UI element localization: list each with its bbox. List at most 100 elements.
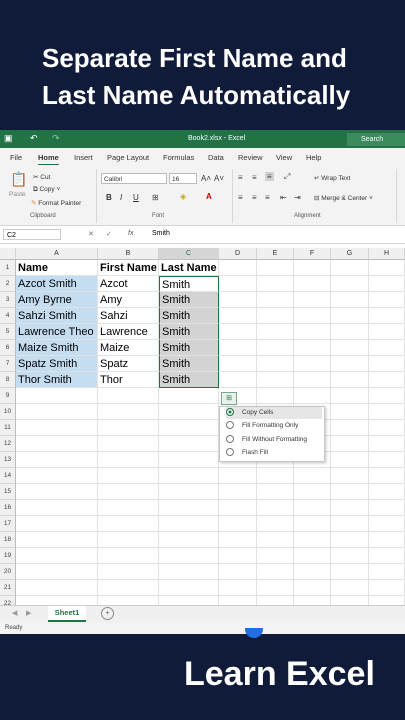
cell-b18[interactable] — [98, 532, 159, 548]
cell-h19[interactable] — [369, 548, 405, 564]
copy-button[interactable]: ⧉ Copy ˅ — [33, 186, 60, 194]
cell-d7[interactable] — [219, 356, 257, 372]
font-name-select[interactable]: Calibri — [101, 173, 167, 184]
cell-b12[interactable] — [98, 436, 159, 452]
cell-b4[interactable]: Sahzi — [98, 308, 159, 324]
cell-g7[interactable] — [331, 356, 369, 372]
cell-f15[interactable] — [294, 484, 331, 500]
row-header[interactable]: 14 — [0, 468, 16, 484]
increase-indent-icon[interactable]: ⇥ — [294, 193, 301, 202]
cell-h3[interactable] — [369, 292, 405, 308]
cell-h20[interactable] — [369, 564, 405, 580]
cell-a5[interactable]: Lawrence Theo — [16, 324, 98, 340]
search-box[interactable]: Search — [347, 133, 405, 146]
cell-a6[interactable]: Maize Smith — [16, 340, 98, 356]
cell-f8[interactable] — [294, 372, 331, 388]
cell-h5[interactable] — [369, 324, 405, 340]
cell-f20[interactable] — [294, 564, 331, 580]
add-sheet-button[interactable]: + — [101, 607, 114, 620]
cell-b21[interactable] — [98, 580, 159, 596]
tab-page-layout[interactable]: Page Layout — [107, 153, 149, 162]
cell-e2[interactable] — [257, 276, 294, 292]
align-left-icon[interactable]: ≡ — [238, 193, 243, 202]
merge-center-button[interactable]: ⊟ Merge & Center ˅ — [314, 194, 373, 202]
cell-g10[interactable] — [331, 404, 369, 420]
cell-c6[interactable]: Smith — [159, 340, 219, 356]
cell-a10[interactable] — [16, 404, 98, 420]
cell-e20[interactable] — [257, 564, 294, 580]
undo-icon[interactable]: ↶ — [30, 133, 38, 144]
cell-f4[interactable] — [294, 308, 331, 324]
column-header-h[interactable]: H — [369, 248, 405, 260]
cell-g18[interactable] — [331, 532, 369, 548]
row-header[interactable]: 13 — [0, 452, 16, 468]
cell-g6[interactable] — [331, 340, 369, 356]
cell-g8[interactable] — [331, 372, 369, 388]
next-sheet-icon[interactable]: ▶ — [26, 609, 31, 617]
font-size-select[interactable]: 16 — [169, 173, 197, 184]
cell-g12[interactable] — [331, 436, 369, 452]
cell-e16[interactable] — [257, 500, 294, 516]
menu-item-flash-fill[interactable]: Flash Fill — [226, 447, 322, 459]
row-header[interactable]: 9 — [0, 388, 16, 404]
cell-h13[interactable] — [369, 452, 405, 468]
orientation-icon[interactable]: ⤢ — [284, 172, 290, 182]
row-header[interactable]: 21 — [0, 580, 16, 596]
cell-b5[interactable]: Lawrence — [98, 324, 159, 340]
cell-h2[interactable] — [369, 276, 405, 292]
cell-c7[interactable]: Smith — [159, 356, 219, 372]
menu-item-fill-without-formatting[interactable]: Fill Without Formatting — [226, 434, 322, 446]
tab-view[interactable]: View — [276, 153, 292, 162]
tab-help[interactable]: Help — [306, 153, 321, 162]
row-header[interactable]: 4 — [0, 308, 16, 324]
cell-d16[interactable] — [219, 500, 257, 516]
column-header-f[interactable]: F — [294, 248, 331, 260]
paste-icon[interactable]: 📋 — [10, 171, 27, 188]
cell-c9[interactable] — [159, 388, 219, 404]
cell-a15[interactable] — [16, 484, 98, 500]
cell-f18[interactable] — [294, 532, 331, 548]
cell-c1[interactable]: Last Name — [159, 260, 219, 276]
cell-e4[interactable] — [257, 308, 294, 324]
cell-e14[interactable] — [257, 468, 294, 484]
cell-e19[interactable] — [257, 548, 294, 564]
enter-icon[interactable]: ✓ — [106, 230, 112, 238]
cell-f17[interactable] — [294, 516, 331, 532]
cell-h11[interactable] — [369, 420, 405, 436]
tab-review[interactable]: Review — [238, 153, 263, 162]
cell-a14[interactable] — [16, 468, 98, 484]
format-painter-button[interactable]: ✎ Format Painter — [31, 199, 81, 207]
align-top-icon[interactable]: ≡ — [238, 173, 243, 182]
cell-a1[interactable]: Name — [16, 260, 98, 276]
cell-a4[interactable]: Sahzi Smith — [16, 308, 98, 324]
cell-g1[interactable] — [331, 260, 369, 276]
row-header[interactable]: 19 — [0, 548, 16, 564]
cell-b19[interactable] — [98, 548, 159, 564]
column-header-e[interactable]: E — [257, 248, 294, 260]
redo-icon[interactable]: ↷ — [52, 133, 60, 144]
font-color-icon[interactable]: A — [206, 192, 212, 201]
cell-c20[interactable] — [159, 564, 219, 580]
name-box[interactable]: C2 — [3, 229, 61, 240]
cell-e7[interactable] — [257, 356, 294, 372]
tab-insert[interactable]: Insert — [74, 153, 93, 162]
column-header-g[interactable]: G — [331, 248, 369, 260]
cell-b15[interactable] — [98, 484, 159, 500]
cell-h10[interactable] — [369, 404, 405, 420]
cell-b14[interactable] — [98, 468, 159, 484]
cell-a11[interactable] — [16, 420, 98, 436]
cell-d14[interactable] — [219, 468, 257, 484]
cell-d5[interactable] — [219, 324, 257, 340]
cell-g16[interactable] — [331, 500, 369, 516]
row-header[interactable]: 2 — [0, 276, 16, 292]
cell-b10[interactable] — [98, 404, 159, 420]
column-header-b[interactable]: B — [98, 248, 159, 260]
cell-h7[interactable] — [369, 356, 405, 372]
cell-c8[interactable]: Smith — [159, 372, 219, 388]
cell-d4[interactable] — [219, 308, 257, 324]
row-header[interactable]: 1 — [0, 260, 16, 276]
cell-h8[interactable] — [369, 372, 405, 388]
row-header[interactable]: 20 — [0, 564, 16, 580]
cell-c14[interactable] — [159, 468, 219, 484]
cell-c16[interactable] — [159, 500, 219, 516]
